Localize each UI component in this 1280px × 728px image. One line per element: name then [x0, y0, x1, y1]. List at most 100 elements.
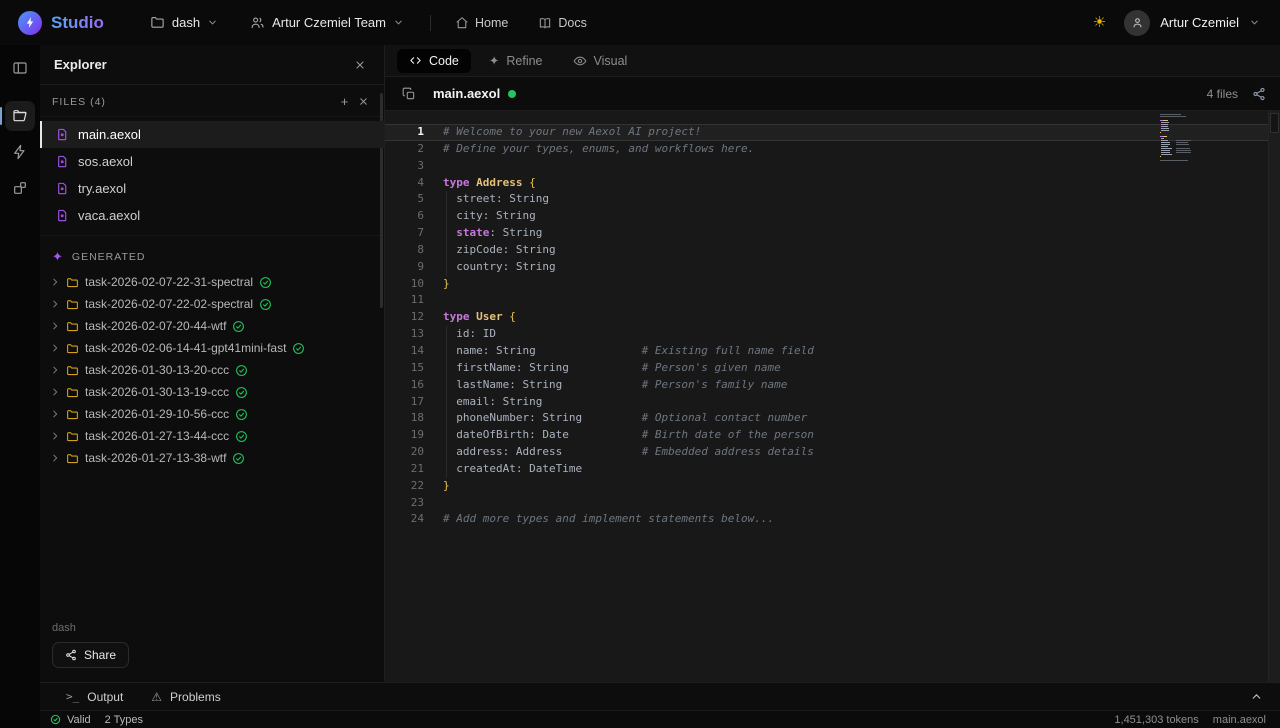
- add-file-button[interactable]: +: [336, 93, 354, 111]
- close-files-button[interactable]: [354, 93, 372, 111]
- problems-tab[interactable]: ⚠ Problems: [151, 690, 220, 704]
- task-name: task-2026-02-07-22-31-spectral: [85, 275, 253, 289]
- code-line[interactable]: 16 lastName: String # Person's family na…: [385, 377, 1280, 394]
- file-item[interactable]: try.aexol: [40, 175, 384, 202]
- share-icon[interactable]: [1252, 87, 1266, 101]
- divider: [430, 15, 431, 31]
- chevron-right-icon: [50, 343, 60, 353]
- docs-button[interactable]: Docs: [532, 10, 592, 36]
- home-label: Home: [475, 16, 508, 30]
- check-circle-icon: [50, 714, 61, 725]
- generated-task-item[interactable]: task-2026-01-29-10-56-ccc: [40, 403, 384, 425]
- toggle-sidebar-button[interactable]: [5, 53, 35, 83]
- extensions-rail-button[interactable]: [5, 173, 35, 203]
- code-line[interactable]: 3: [385, 158, 1280, 175]
- folder-icon: [66, 342, 79, 355]
- close-panel-button[interactable]: [350, 55, 370, 75]
- code-line[interactable]: 19 dateOfBirth: Date # Birth date of the…: [385, 427, 1280, 444]
- code-line[interactable]: 24# Add more types and implement stateme…: [385, 511, 1280, 528]
- code-line[interactable]: 23: [385, 495, 1280, 512]
- code-lines: 1# Welcome to your new Aexol AI project!…: [385, 124, 1280, 528]
- check-circle-icon: [235, 386, 248, 399]
- activity-rail: [0, 45, 40, 728]
- folder-icon: [66, 386, 79, 399]
- tab-visual[interactable]: Visual: [561, 49, 640, 73]
- open-file-name: main.aexol: [433, 86, 500, 101]
- status-bar: Valid 2 Types 1,451,303 tokens main.aexo…: [40, 710, 1280, 728]
- chevron-right-icon: [50, 365, 60, 375]
- code-line[interactable]: 10}: [385, 276, 1280, 293]
- actions-rail-button[interactable]: [5, 137, 35, 167]
- copy-icon[interactable]: [399, 84, 419, 104]
- team-switcher[interactable]: Artur Czemiel Team: [242, 9, 412, 36]
- code-line[interactable]: 8 zipCode: String: [385, 242, 1280, 259]
- code-line[interactable]: 9 country: String: [385, 259, 1280, 276]
- code-line[interactable]: 18 phoneNumber: String # Optional contac…: [385, 410, 1280, 427]
- generated-task-item[interactable]: task-2026-02-07-22-31-spectral: [40, 271, 384, 293]
- code-line[interactable]: 2# Define your types, enums, and workflo…: [385, 141, 1280, 158]
- generated-task-item[interactable]: task-2026-02-06-14-41-gpt41mini-fast: [40, 337, 384, 359]
- file-icon: [56, 128, 69, 141]
- code-line[interactable]: 12type User {: [385, 309, 1280, 326]
- code-line[interactable]: 4type Address {: [385, 175, 1280, 192]
- tab-code[interactable]: Code: [397, 49, 471, 73]
- generated-task-item[interactable]: task-2026-01-27-13-44-ccc: [40, 425, 384, 447]
- avatar: [1124, 10, 1150, 36]
- user-menu[interactable]: Artur Czemiel: [1124, 10, 1260, 36]
- file-item[interactable]: vaca.aexol: [40, 202, 384, 229]
- docs-label: Docs: [558, 16, 586, 30]
- explorer-rail-button[interactable]: [5, 101, 35, 131]
- generated-task-item[interactable]: task-2026-02-07-22-02-spectral: [40, 293, 384, 315]
- logo-icon: [18, 11, 42, 35]
- scrollbar-thumb[interactable]: [1270, 113, 1279, 133]
- generated-task-item[interactable]: task-2026-01-30-13-19-ccc: [40, 381, 384, 403]
- code-line[interactable]: 11: [385, 292, 1280, 309]
- file-item[interactable]: sos.aexol: [40, 148, 384, 175]
- tab-refine[interactable]: ✦ Refine: [477, 48, 555, 73]
- file-name: try.aexol: [78, 181, 126, 196]
- terminal-icon: >_: [66, 690, 79, 703]
- minimap[interactable]: [1160, 114, 1222, 162]
- code-editor[interactable]: 1# Welcome to your new Aexol AI project!…: [385, 111, 1280, 682]
- editor-pane: Code ✦ Refine Visual: [385, 45, 1280, 682]
- code-line[interactable]: 5 street: String: [385, 191, 1280, 208]
- explorer-panel: Explorer FILES (4) +: [40, 45, 385, 682]
- generated-task-item[interactable]: task-2026-01-27-13-38-wtf: [40, 447, 384, 469]
- editor-scrollbar: [1268, 111, 1280, 682]
- folder-icon: [66, 430, 79, 443]
- code-line[interactable]: 14 name: String # Existing full name fie…: [385, 343, 1280, 360]
- file-item[interactable]: main.aexol: [40, 121, 384, 148]
- lightning-icon: [12, 144, 28, 160]
- code-line[interactable]: 13 id: ID: [385, 326, 1280, 343]
- folder-icon: [66, 276, 79, 289]
- share-icon: [65, 649, 77, 661]
- collapse-panel-button[interactable]: [1246, 687, 1266, 707]
- chevron-down-icon: [1249, 17, 1260, 28]
- code-line[interactable]: 1# Welcome to your new Aexol AI project!: [385, 124, 1280, 141]
- code-line[interactable]: 20 address: Address # Embedded address d…: [385, 444, 1280, 461]
- check-circle-icon: [235, 364, 248, 377]
- file-name: main.aexol: [78, 127, 141, 142]
- theme-toggle[interactable]: ☀: [1093, 15, 1106, 30]
- validation-status: Valid: [50, 714, 91, 726]
- tab-label: Visual: [594, 54, 628, 68]
- share-button[interactable]: Share: [52, 642, 129, 668]
- code-line[interactable]: 7 state: String: [385, 225, 1280, 242]
- project-switcher[interactable]: dash: [142, 9, 226, 36]
- code-line[interactable]: 17 email: String: [385, 394, 1280, 411]
- generated-task-item[interactable]: task-2026-02-07-20-44-wtf: [40, 315, 384, 337]
- home-button[interactable]: Home: [449, 10, 514, 36]
- code-line[interactable]: 22}: [385, 478, 1280, 495]
- chevron-right-icon: [50, 299, 60, 309]
- code-line[interactable]: 15 firstName: String # Person's given na…: [385, 360, 1280, 377]
- generated-task-item[interactable]: task-2026-01-30-13-20-ccc: [40, 359, 384, 381]
- tab-label: Code: [429, 54, 459, 68]
- tab-label: Refine: [506, 54, 542, 68]
- output-label: Output: [87, 690, 123, 704]
- status-file-name: main.aexol: [1213, 714, 1266, 726]
- code-line[interactable]: 6 city: String: [385, 208, 1280, 225]
- code-line[interactable]: 21 createdAt: DateTime: [385, 461, 1280, 478]
- file-name: vaca.aexol: [78, 208, 140, 223]
- output-tab[interactable]: >_ Output: [66, 690, 123, 704]
- task-name: task-2026-02-07-22-02-spectral: [85, 297, 253, 311]
